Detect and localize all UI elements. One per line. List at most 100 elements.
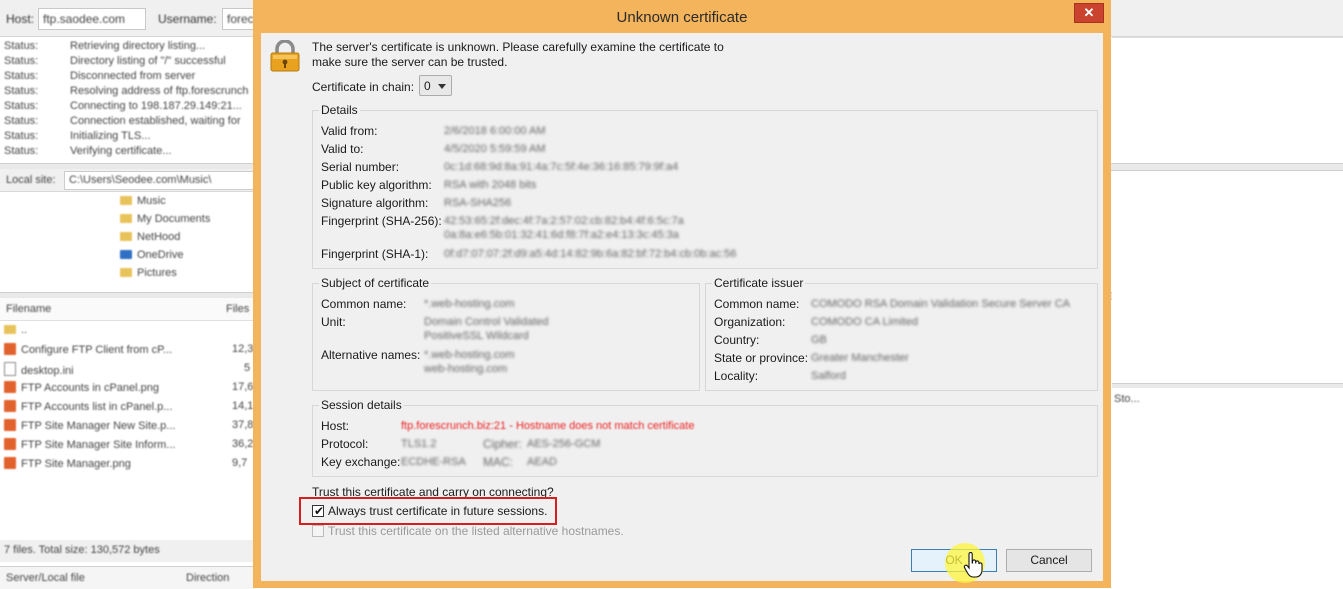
message-log: Status: Retrieving directory listing... S… (0, 37, 255, 163)
trust-alternative-hostnames-label: Trust this certificate on the listed alt… (328, 524, 624, 538)
folder-icon (120, 268, 132, 277)
valid-to-label: Valid to: (321, 142, 364, 156)
details-group: Details Valid from: 2/6/2018 6:00:00 AM … (312, 103, 1098, 269)
alternative-names-value-line1: *.web-hosting.com (424, 349, 515, 361)
folder-icon (4, 325, 16, 334)
cancel-button-label: Cancel (1030, 553, 1068, 567)
file-row[interactable]: Configure FTP Client from cP... 12,3 (4, 343, 253, 356)
issuer-state-value: Greater Manchester (811, 352, 909, 364)
local-site-label: Local site: (6, 174, 56, 186)
subject-common-name-value: *.web-hosting.com (424, 298, 515, 310)
session-group-title: Session details (319, 398, 404, 412)
file-row[interactable]: FTP Site Manager.png 9,7 (4, 457, 247, 470)
folder-icon (120, 214, 132, 223)
serial-number-label: Serial number: (321, 160, 400, 174)
file-row[interactable]: FTP Accounts in cPanel.png 17,6 (4, 381, 253, 394)
log-row: Status: Initializing TLS... (4, 130, 151, 142)
session-protocol-label: Protocol: (321, 437, 369, 451)
issuer-locality-value: Salford (811, 370, 846, 382)
log-row: Status: Resolving address of ftp.forescru… (4, 85, 249, 97)
serial-number-value: 0c:1d:68:9d:8a:91:4a:7c:5f:4e:36:16:85:7… (444, 161, 679, 173)
certificate-in-chain-select[interactable]: 0 (419, 75, 452, 96)
file-row[interactable]: FTP Site Manager New Site.p... 37,8 (4, 419, 253, 432)
tree-item[interactable]: OneDrive (120, 249, 183, 261)
image-file-icon (4, 400, 16, 412)
subject-group: Subject of certificate Common name: *.we… (312, 276, 700, 391)
session-group: Session details Host: ftp.forescrunch.bi… (312, 398, 1098, 477)
cancel-button[interactable]: Cancel (1006, 549, 1092, 572)
always-trust-label[interactable]: Always trust certificate in future sessi… (328, 504, 547, 518)
server-local-file-column[interactable]: Server/Local file (6, 572, 85, 584)
dialog-title: Unknown certificate (616, 9, 748, 26)
dialog-titlebar[interactable]: Unknown certificate ✕ (253, 0, 1111, 33)
hand-pointer-icon (963, 552, 983, 578)
folder-icon (120, 232, 132, 241)
session-key-exchange-label: Key exchange: (321, 455, 401, 469)
file-row[interactable]: .. (4, 324, 27, 336)
subject-common-name-label: Common name: (321, 297, 407, 311)
session-mac-value: AEAD (527, 456, 557, 468)
host-input[interactable]: ftp.saodee.com (38, 8, 146, 30)
divider (1112, 37, 1343, 38)
issuer-group: Certificate issuer Common name: COMODO R… (705, 276, 1098, 391)
signature-algorithm-value: RSA-SHA256 (444, 197, 512, 209)
tree-item[interactable]: Pictures (120, 267, 177, 279)
public-key-algorithm-label: Public key algorithm: (321, 178, 432, 192)
issuer-group-title: Certificate issuer (712, 276, 806, 290)
session-cipher-value: AES-256-GCM (527, 438, 601, 450)
log-row: Status: Connection established, waiting f… (4, 115, 241, 127)
valid-from-label: Valid from: (321, 124, 378, 138)
always-trust-checkbox-row[interactable]: ✔ Always trust certificate in future ses… (312, 504, 552, 520)
filename-column-header[interactable]: Filename (6, 303, 51, 315)
fingerprint-sha256-value-line1: 42:53:65:2f:dec:4f:7a:2:57:02:cb:82:b4:4… (444, 215, 684, 227)
filesize-column-header[interactable]: Files (226, 303, 249, 315)
file-row[interactable]: desktop.ini 5 (4, 362, 250, 377)
log-row: Status: Disconnected from server (4, 70, 196, 82)
image-file-icon (4, 457, 16, 469)
close-button[interactable]: ✕ (1074, 3, 1104, 23)
pane-splitter[interactable] (1112, 163, 1343, 171)
fingerprint-sha256-label: Fingerprint (SHA-256): (321, 214, 442, 228)
session-cipher-label: Cipher: (483, 437, 522, 451)
issuer-organization-value: COMODO CA Limited (811, 316, 918, 328)
direction-column[interactable]: Direction (186, 572, 229, 584)
session-protocol-value: TLS1.2 (401, 438, 437, 450)
image-file-icon (4, 381, 16, 393)
log-row: Status: Verifying certificate... (4, 145, 172, 157)
always-trust-checkbox[interactable]: ✔ (312, 504, 325, 518)
log-row: Status: Connecting to 198.187.29.149:21..… (4, 100, 242, 112)
trust-alternative-hostnames-row: Trust this certificate on the listed alt… (312, 524, 632, 540)
subject-unit-label: Unit: (321, 315, 346, 329)
local-site-path-input[interactable]: C:\Users\Seodee.com\Music\ (64, 171, 256, 190)
issuer-country-label: Country: (714, 333, 760, 347)
chain-select-value: 0 (424, 79, 431, 93)
tree-item[interactable]: My Documents (120, 213, 210, 225)
issuer-state-label: State or province: (714, 351, 809, 365)
issuer-common-name-value: COMODO RSA Domain Validation Secure Serv… (811, 298, 1070, 310)
cloud-icon (120, 250, 132, 259)
tree-item[interactable]: NetHood (120, 231, 180, 243)
remote-panel: Sto... (1112, 37, 1343, 588)
fingerprint-sha256-value-line2: 0a:8a:e6:5b:01:32:41:6d:f8:7f:a2:e4:13:3… (444, 229, 679, 241)
file-row[interactable]: FTP Site Manager Site Inform... 36,2 (4, 438, 253, 451)
alternative-names-value-line2: web-hosting.com (424, 363, 508, 375)
issuer-country-value: GB (811, 334, 827, 346)
file-row[interactable]: FTP Accounts list in cPanel.p... 14,1 (4, 400, 253, 413)
pane-splitter[interactable] (1112, 383, 1343, 388)
dialog-content: The server's certificate is unknown. Ple… (261, 33, 1103, 581)
session-mac-label: MAC: (483, 455, 513, 469)
image-file-icon (4, 343, 16, 355)
session-host-label: Host: (321, 419, 350, 433)
lock-icon (270, 40, 300, 72)
subject-unit-value-line1: Domain Control Validated (424, 316, 549, 328)
checkmark-icon: ✔ (314, 504, 325, 518)
issuer-locality-label: Locality: (714, 369, 759, 383)
close-icon: ✕ (1083, 5, 1095, 20)
transfer-queue-header: Server/Local file Direction (0, 566, 255, 589)
trust-alternative-hostnames-checkbox (312, 525, 324, 537)
fingerprint-sha1-value: 0f:d7:07:07:2f:d9:a5:4d:14:82:9b:6a:82:b… (444, 248, 737, 260)
details-group-title: Details (319, 103, 360, 117)
local-status-bar: 7 files. Total size: 130,572 bytes (0, 540, 255, 562)
tree-item[interactable]: Music (120, 195, 166, 207)
subject-group-title: Subject of certificate (319, 276, 432, 290)
